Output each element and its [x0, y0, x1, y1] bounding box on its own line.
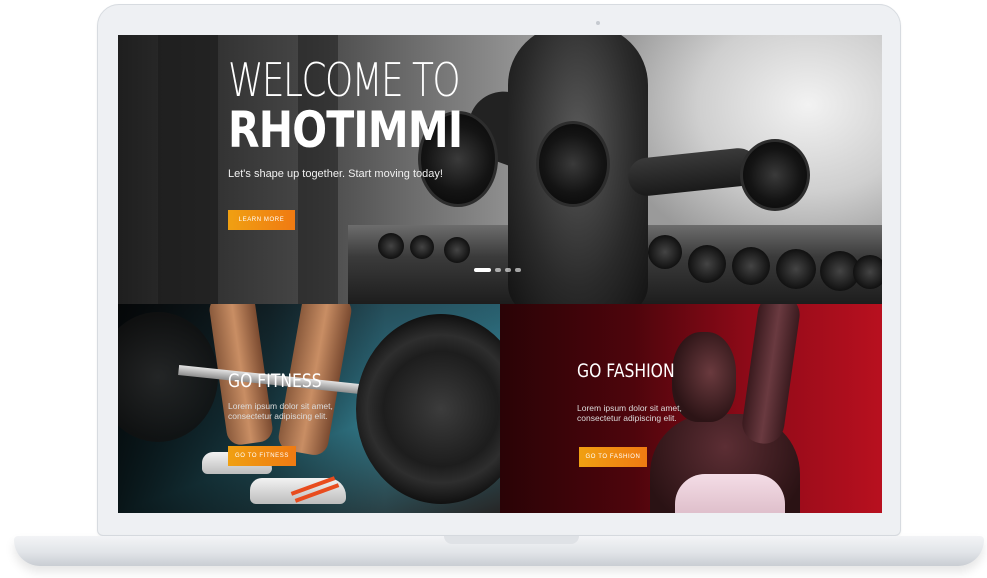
hero-title-line1: WELCOME TO — [228, 53, 461, 107]
model-image — [739, 304, 803, 447]
go-to-fashion-button[interactable]: GO TO FASHION — [579, 447, 647, 467]
slider-dot-4[interactable] — [515, 268, 521, 272]
camera-icon — [596, 21, 600, 25]
slider-dot-2[interactable] — [495, 268, 501, 272]
fitness-card: GO FITNESS Lorem ipsum dolor sit amet, c… — [118, 304, 500, 513]
background-pillar — [158, 35, 218, 304]
dumbbell-image — [536, 121, 610, 207]
barbell-plate-image — [356, 314, 500, 504]
slider-dots — [474, 268, 521, 272]
hero-tagline: Let's shape up together. Start moving to… — [228, 168, 443, 180]
slider-dot-3[interactable] — [505, 268, 511, 272]
fashion-card-title: GO FASHION — [577, 360, 675, 382]
laptop-notch — [444, 536, 579, 544]
shoe-image — [250, 476, 346, 504]
fashion-card: GO FASHION Lorem ipsum dolor sit amet, c… — [500, 304, 882, 513]
hero-slider: WELCOME TO RHOTIMMI Let's shape up toget… — [118, 35, 882, 304]
laptop-screen: WELCOME TO RHOTIMMI Let's shape up toget… — [118, 35, 882, 513]
slider-dot-1[interactable] — [474, 268, 491, 272]
learn-more-button[interactable]: LEARN MORE — [228, 210, 295, 230]
go-to-fitness-button[interactable]: GO TO FITNESS — [228, 446, 296, 466]
fitness-card-text: Lorem ipsum dolor sit amet, consectetur … — [228, 401, 333, 421]
model-image — [675, 474, 785, 513]
fitness-card-title: GO FITNESS — [228, 370, 322, 392]
fashion-card-text: Lorem ipsum dolor sit amet, consectetur … — [577, 403, 682, 423]
dumbbell-image — [740, 139, 810, 211]
laptop-base — [14, 536, 984, 566]
hero-title-line2: RHOTIMMI — [228, 101, 463, 159]
